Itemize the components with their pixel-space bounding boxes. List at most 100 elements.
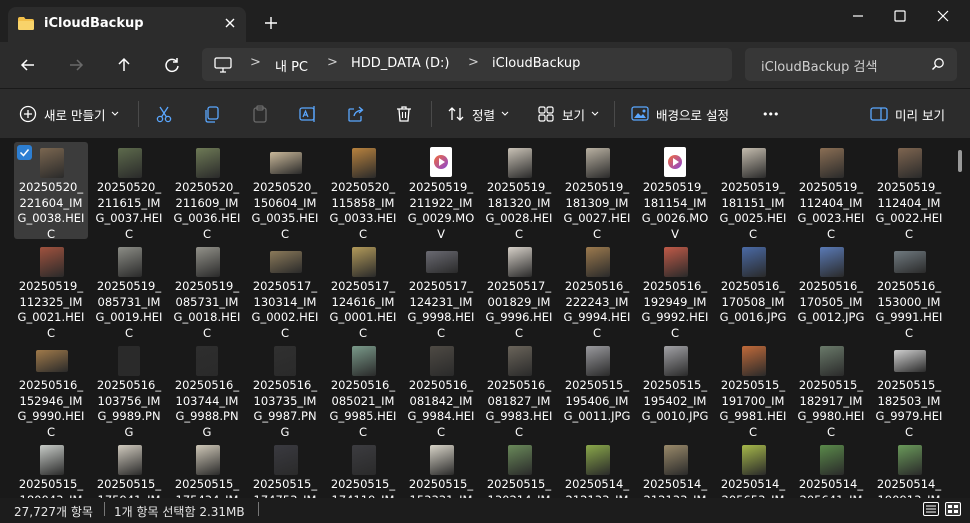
file-item[interactable]: 20250520_221604_IMG_0038.HEIC <box>14 142 88 241</box>
view-label: 보기 <box>562 107 586 123</box>
status-bar: 27,727개 항목 1개 항목 선택함 2.31MB <box>0 498 970 523</box>
file-item[interactable]: 20250515_153331_IMG_9973.HEIC <box>404 439 478 498</box>
file-item[interactable]: 20250515_175434_IMG_9976.HEIC <box>170 439 244 498</box>
vertical-scrollbar[interactable] <box>958 150 962 172</box>
maximize-icon[interactable] <box>890 8 910 24</box>
file-item[interactable]: 20250514_190913_IMG_9967.HEIC <box>872 439 946 498</box>
file-name: 20250514_205641_IMG_9968.HEIC <box>798 477 864 498</box>
breadcrumb-icloudbackup[interactable]: iCloudBackup <box>492 56 580 71</box>
file-item[interactable]: 20250519_112404_IMG_0022.HEIC <box>872 142 946 241</box>
preview-pane-button[interactable]: 미리 보기 <box>869 89 945 139</box>
file-item[interactable]: 20250519_181320_IMG_0028.HEIC <box>482 142 556 241</box>
file-item[interactable]: 20250517_124616_IMG_0001.HEIC <box>326 241 400 340</box>
cut-button[interactable] <box>154 89 174 139</box>
file-item[interactable]: 20250517_130314_IMG_0002.HEIC <box>248 241 322 340</box>
image-thumbnail <box>742 346 766 376</box>
image-thumbnail <box>40 148 64 178</box>
file-item[interactable]: 20250519_181154_IMG_0026.MOV <box>638 142 712 241</box>
more-options-button[interactable]: ••• <box>762 89 779 139</box>
checkbox-checked-icon[interactable] <box>17 145 32 160</box>
image-thumbnail <box>742 247 766 277</box>
file-item[interactable]: 20250514_212133_IMG_9970.HEIC <box>638 439 712 498</box>
refresh-icon[interactable] <box>161 54 183 76</box>
file-item[interactable]: 20250516_153000_IMG_9991.HEIC <box>872 241 946 340</box>
set-background-label: 배경으로 설정 <box>656 107 729 123</box>
file-item[interactable]: 20250516_081827_IMG_9983.HEIC <box>482 340 556 439</box>
file-item[interactable]: 20250519_112404_IMG_0023.HEIC <box>794 142 868 241</box>
image-thumbnail <box>508 247 532 277</box>
image-thumbnail <box>664 346 688 376</box>
file-item[interactable]: 20250516_103744_IMG_9988.PNG <box>170 340 244 439</box>
file-item[interactable]: 20250519_211922_IMG_0029.MOV <box>404 142 478 241</box>
file-item[interactable]: 20250515_174119_IMG_9974.HEIC <box>326 439 400 498</box>
search-box[interactable]: iCloudBackup 검색 <box>745 48 957 81</box>
file-item[interactable]: 20250515_174753_IMG_9975.HEIC <box>248 439 322 498</box>
copy-button[interactable] <box>202 89 222 139</box>
status-divider <box>258 502 259 516</box>
image-thumbnail <box>586 346 610 376</box>
file-item[interactable]: 20250519_085731_IMG_0019.HEIC <box>92 241 166 340</box>
set-background-button[interactable]: 배경으로 설정 <box>630 89 729 139</box>
file-item[interactable]: 20250515_195402_IMG_0010.JPG <box>638 340 712 437</box>
file-item[interactable]: 20250516_081842_IMG_9984.HEIC <box>404 340 478 439</box>
search-icon[interactable] <box>931 57 945 71</box>
search-input[interactable]: iCloudBackup 검색 <box>761 56 877 75</box>
file-item[interactable]: 20250520_115858_IMG_0033.HEIC <box>326 142 400 241</box>
file-item[interactable]: 20250519_181151_IMG_0025.HEIC <box>716 142 790 241</box>
delete-button[interactable] <box>394 89 414 139</box>
file-item[interactable]: 20250514_205641_IMG_9968.HEIC <box>794 439 868 498</box>
file-item[interactable]: 20250514_212133_IMG_9971.HEIC <box>560 439 634 498</box>
file-item[interactable]: 20250516_222243_IMG_9994.HEIC <box>560 241 634 340</box>
window-close-icon[interactable] <box>932 6 954 26</box>
file-item[interactable]: 20250520_211615_IMG_0037.HEIC <box>92 142 166 241</box>
new-label: 새로 만들기 <box>44 107 106 123</box>
file-item[interactable]: 20250515_182503_IMG_9979.HEIC <box>872 340 946 439</box>
file-item[interactable]: 20250520_150604_IMG_0035.HEIC <box>248 142 322 241</box>
up-arrow-icon[interactable] <box>113 54 135 76</box>
file-item[interactable]: 20250515_130214_IMG_9972.HEIC <box>482 439 556 498</box>
image-thumbnail <box>430 445 454 475</box>
details-view-icon[interactable] <box>923 502 939 516</box>
file-item[interactable]: 20250514_205653_IMG_9969.HEIC <box>716 439 790 498</box>
share-button[interactable] <box>346 89 366 139</box>
file-item[interactable]: 20250516_103756_IMG_9989.PNG <box>92 340 166 439</box>
view-button[interactable]: 보기 <box>536 89 599 139</box>
new-tab-icon[interactable] <box>262 14 280 32</box>
close-icon[interactable] <box>221 14 239 32</box>
file-item[interactable]: 20250516_170508_IMG_0016.JPG <box>716 241 790 338</box>
new-button[interactable]: 새로 만들기 <box>18 89 119 139</box>
paste-button[interactable] <box>250 89 270 139</box>
image-thumbnail <box>820 148 844 178</box>
breadcrumb-hdd-data[interactable]: HDD_DATA (D:) <box>351 56 449 71</box>
chevron-right-icon: > <box>327 55 338 70</box>
minimize-icon[interactable] <box>846 8 870 24</box>
file-item[interactable]: 20250517_124231_IMG_9998.HEIC <box>404 241 478 340</box>
file-item[interactable]: 20250516_103735_IMG_9987.PNG <box>248 340 322 439</box>
file-item[interactable]: 20250520_211609_IMG_0036.HEIC <box>170 142 244 241</box>
file-item[interactable]: 20250515_195406_IMG_0011.JPG <box>560 340 634 437</box>
selection-info: 1개 항목 선택함 2.31MB <box>114 505 245 519</box>
file-item[interactable]: 20250516_192949_IMG_9992.HEIC <box>638 241 712 340</box>
file-item[interactable]: 20250519_112325_IMG_0021.HEIC <box>14 241 88 340</box>
file-item[interactable]: 20250519_181309_IMG_0027.HEIC <box>560 142 634 241</box>
tab-icloudbackup[interactable]: iCloudBackup <box>8 7 246 42</box>
large-icons-view-icon[interactable] <box>945 502 961 516</box>
sort-button[interactable]: 정렬 <box>446 89 509 139</box>
file-item[interactable]: 20250515_191700_IMG_9981.HEIC <box>716 340 790 439</box>
rename-button[interactable] <box>298 89 318 139</box>
file-item[interactable]: 20250515_182917_IMG_9980.HEIC <box>794 340 868 439</box>
file-item[interactable]: 20250516_170505_IMG_0012.JPG <box>794 241 868 338</box>
file-item[interactable]: 20250516_152946_IMG_9990.HEIC <box>14 340 88 439</box>
chevron-down-icon <box>591 111 599 116</box>
forward-arrow-icon[interactable] <box>65 54 87 76</box>
file-item[interactable]: 20250517_001829_IMG_9996.HEIC <box>482 241 556 340</box>
file-item[interactable]: 20250516_085021_IMG_9985.HEIC <box>326 340 400 439</box>
back-arrow-icon[interactable] <box>17 54 39 76</box>
breadcrumb-my-pc[interactable]: 내 PC <box>275 56 308 75</box>
file-name: 20250515_130214_IMG_9972.HEIC <box>486 477 552 498</box>
file-item[interactable]: 20250519_085731_IMG_0018.HEIC <box>170 241 244 340</box>
address-bar[interactable]: > 내 PC > HDD_DATA (D:) > iCloudBackup <box>202 48 732 81</box>
file-item[interactable]: 20250515_180043_IMG_9978.HEIC <box>14 439 88 498</box>
file-name: 20250514_212133_IMG_9971.HEIC <box>564 477 630 498</box>
file-item[interactable]: 20250515_175941_IMG_9977.HEIC <box>92 439 166 498</box>
